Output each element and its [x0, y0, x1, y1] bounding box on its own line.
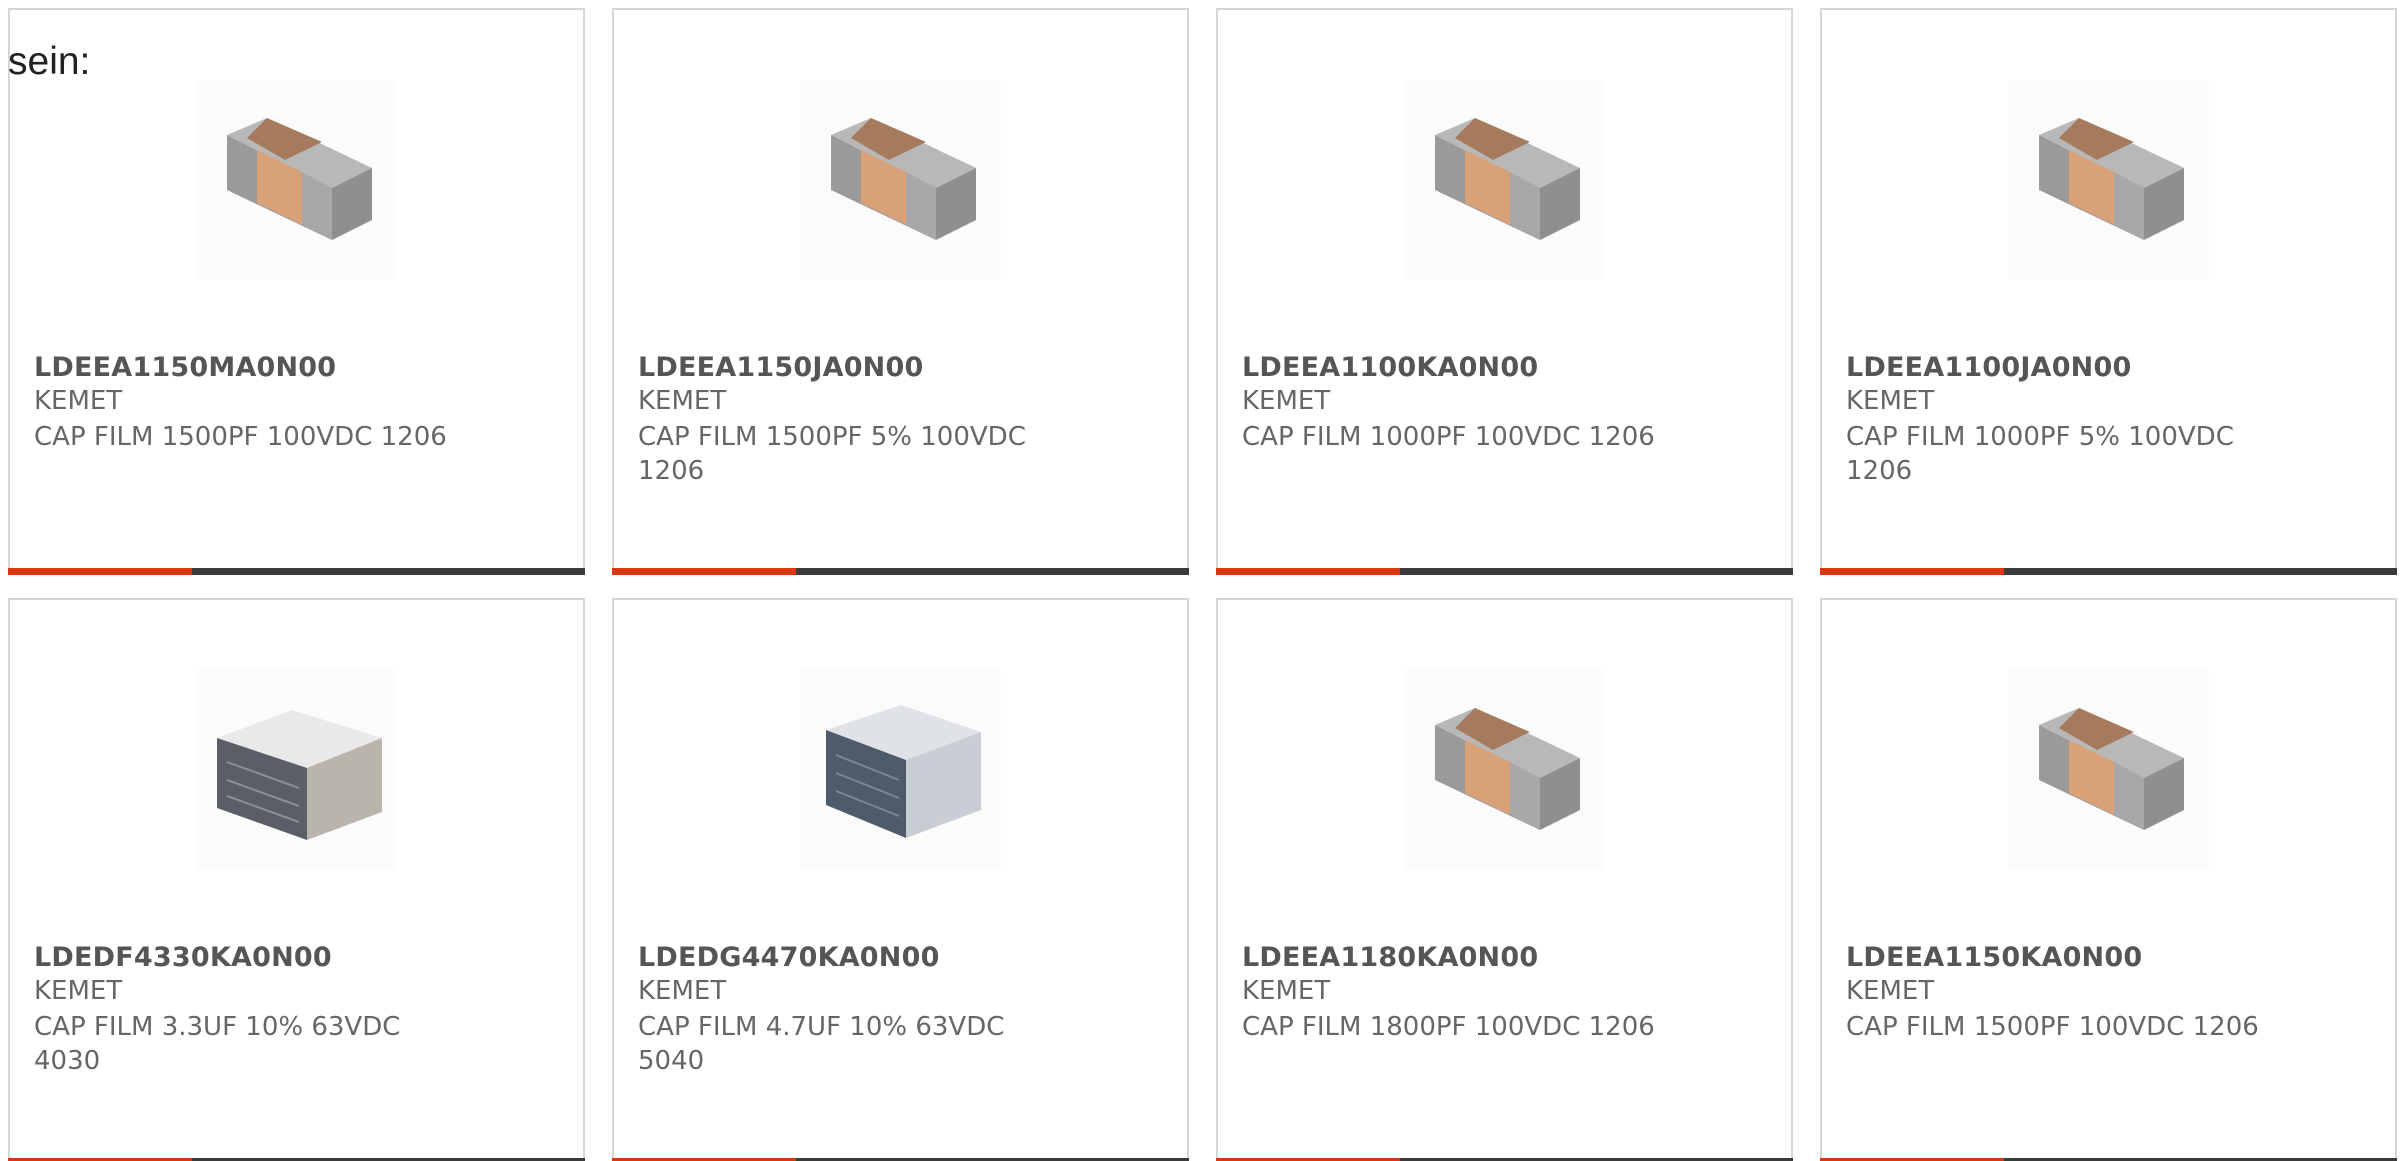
- product-card[interactable]: LDEEA1150KA0N00 KEMET CAP FILM 1500PF 10…: [1820, 598, 2397, 1161]
- description: CAP FILM 1500PF 5% 100VDC 1206: [638, 422, 1026, 486]
- intro-text: sein:: [8, 40, 91, 83]
- smd-chip-capacitor-icon[interactable]: [1405, 670, 1605, 870]
- description: CAP FILM 3.3UF 10% 63VDC 4030: [34, 1012, 401, 1076]
- card-bottom-bar: [8, 568, 585, 575]
- part-number-link[interactable]: LDEEA1180KA0N00: [1242, 942, 1538, 973]
- product-card[interactable]: LDEEA1100KA0N00 KEMET CAP FILM 1000PF 10…: [1216, 8, 1793, 575]
- manufacturer: KEMET: [638, 386, 727, 416]
- manufacturer: KEMET: [1242, 976, 1331, 1006]
- card-bottom-bar: [1820, 568, 2397, 575]
- product-grid: LDEEA1150MA0N00 KEMET CAP FILM 1500PF 10…: [8, 8, 2400, 1161]
- smd-chip-capacitor-icon[interactable]: [801, 80, 1001, 280]
- accent-segment: [612, 568, 796, 575]
- smd-chip-capacitor-icon[interactable]: [2009, 80, 2209, 280]
- manufacturer: KEMET: [34, 976, 123, 1006]
- product-card[interactable]: LDEEA1180KA0N00 KEMET CAP FILM 1800PF 10…: [1216, 598, 1793, 1161]
- manufacturer: KEMET: [1242, 386, 1331, 416]
- accent-segment: [1216, 568, 1400, 575]
- film-capacitor-block-icon[interactable]: [801, 670, 1001, 870]
- description: CAP FILM 4.7UF 10% 63VDC 5040: [638, 1012, 1005, 1076]
- manufacturer: KEMET: [1846, 976, 1935, 1006]
- card-bottom-bar: [612, 568, 1189, 575]
- description: CAP FILM 1000PF 5% 100VDC 1206: [1846, 422, 2234, 486]
- product-card[interactable]: LDEEA1150JA0N00 KEMET CAP FILM 1500PF 5%…: [612, 8, 1189, 575]
- part-number-link[interactable]: LDEEA1150JA0N00: [638, 352, 923, 383]
- manufacturer: KEMET: [1846, 386, 1935, 416]
- smd-chip-capacitor-icon[interactable]: [1405, 80, 1605, 280]
- product-card[interactable]: LDEDF4330KA0N00 KEMET CAP FILM 3.3UF 10%…: [8, 598, 585, 1161]
- part-number-link[interactable]: LDEDF4330KA0N00: [34, 942, 332, 973]
- description: CAP FILM 1500PF 100VDC 1206: [1846, 1012, 2259, 1042]
- accent-segment: [8, 568, 192, 575]
- part-number-link[interactable]: LDEDG4470KA0N00: [638, 942, 940, 973]
- accent-segment: [1820, 568, 2004, 575]
- film-capacitor-block-icon[interactable]: [197, 670, 397, 870]
- part-number-link[interactable]: LDEEA1100KA0N00: [1242, 352, 1538, 383]
- part-number-link[interactable]: LDEEA1150KA0N00: [1846, 942, 2142, 973]
- product-card[interactable]: LDEEA1100JA0N00 KEMET CAP FILM 1000PF 5%…: [1820, 8, 2397, 575]
- description: CAP FILM 1800PF 100VDC 1206: [1242, 1012, 1655, 1042]
- part-number-link[interactable]: LDEEA1100JA0N00: [1846, 352, 2131, 383]
- page: sein: LDEEA1150MA0N00 KEMET CAP FILM 150…: [0, 0, 2400, 1161]
- manufacturer: KEMET: [34, 386, 123, 416]
- card-bottom-bar: [1216, 568, 1793, 575]
- description: CAP FILM 1000PF 100VDC 1206: [1242, 422, 1655, 452]
- product-card[interactable]: LDEDG4470KA0N00 KEMET CAP FILM 4.7UF 10%…: [612, 598, 1189, 1161]
- description: CAP FILM 1500PF 100VDC 1206: [34, 422, 447, 452]
- smd-chip-capacitor-icon[interactable]: [197, 80, 397, 280]
- manufacturer: KEMET: [638, 976, 727, 1006]
- product-card[interactable]: LDEEA1150MA0N00 KEMET CAP FILM 1500PF 10…: [8, 8, 585, 575]
- smd-chip-capacitor-icon[interactable]: [2009, 670, 2209, 870]
- part-number-link[interactable]: LDEEA1150MA0N00: [34, 352, 336, 383]
